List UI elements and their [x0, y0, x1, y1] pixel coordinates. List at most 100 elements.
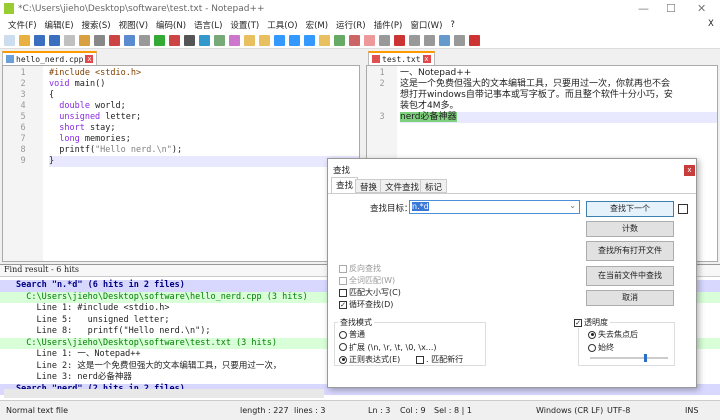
search-mode-radio[interactable]: 扩展 (\n, \r, \t, \0, \x...): [339, 342, 437, 353]
option-label: 全词匹配(W): [349, 275, 395, 286]
menu-item[interactable]: 搜索(S): [82, 19, 111, 31]
menu-item[interactable]: 文件(F): [8, 19, 37, 31]
toolbar-button-icon[interactable]: [169, 35, 180, 46]
text-content: 装包才4M多。: [400, 101, 459, 111]
dot-matches-newline-checkbox[interactable]: . 匹配新行: [416, 354, 463, 365]
toolbar-button-icon[interactable]: [199, 35, 210, 46]
find-next-button[interactable]: 查找下一个: [586, 201, 674, 217]
toolbar-button-icon[interactable]: [334, 35, 345, 46]
toolbar-button-icon[interactable]: [64, 35, 75, 46]
dialog-close-button[interactable]: x: [684, 165, 695, 176]
toolbar-button-icon[interactable]: [94, 35, 105, 46]
code-line: void main(): [49, 79, 359, 90]
toolbar-button-icon[interactable]: [409, 35, 420, 46]
search-mode-radio[interactable]: 普通: [339, 329, 365, 340]
menu-item[interactable]: 编码(N): [156, 19, 186, 31]
toolbar-button-icon[interactable]: [184, 35, 195, 46]
toolbar-button-icon[interactable]: [394, 35, 405, 46]
cancel-button[interactable]: 取消: [586, 290, 674, 306]
toolbar-button-icon[interactable]: [154, 35, 165, 46]
menu-item[interactable]: ?: [450, 20, 455, 30]
toolbar-button-icon[interactable]: [349, 35, 360, 46]
menu-item[interactable]: 编辑(E): [45, 19, 74, 31]
line-number: 1: [367, 68, 397, 79]
toolbar-button-icon[interactable]: [19, 35, 30, 46]
menu-item[interactable]: 视图(V): [119, 19, 148, 31]
app-icon: [4, 3, 14, 14]
line-number-gutter: 123456789: [3, 66, 43, 261]
transparency-slider[interactable]: [590, 357, 668, 359]
option-checkbox[interactable]: 全词匹配(W): [339, 275, 395, 286]
toggle-checkbox[interactable]: [678, 204, 688, 214]
toolbar-button-icon[interactable]: [229, 35, 240, 46]
menu-item[interactable]: 语言(L): [194, 19, 222, 31]
toolbar-button-icon[interactable]: [139, 35, 150, 46]
toolbar-button-icon[interactable]: [109, 35, 120, 46]
toolbar-button-icon[interactable]: [214, 35, 225, 46]
toolbar-button-icon[interactable]: [49, 35, 60, 46]
dialog-tab[interactable]: 文件查找: [380, 179, 424, 193]
toolbar-button-icon[interactable]: [79, 35, 90, 46]
code-token: long: [49, 134, 80, 144]
option-checkbox[interactable]: 反向查找: [339, 263, 381, 274]
toolbar-button-icon[interactable]: [469, 35, 480, 46]
dialog-tab[interactable]: 标记: [420, 179, 447, 193]
menu-item[interactable]: 插件(P): [374, 19, 403, 31]
toolbar-button-icon[interactable]: [124, 35, 135, 46]
mode-label: 正则表达式(E): [349, 354, 400, 365]
horizontal-scrollbar[interactable]: [4, 389, 324, 398]
toolbar-button-icon[interactable]: [319, 35, 330, 46]
toolbar-button-icon[interactable]: [4, 35, 15, 46]
find-in-current-file-button[interactable]: 在当前文件中查找: [586, 266, 674, 286]
toolbar-button-icon[interactable]: [379, 35, 390, 46]
toolbar-button-icon[interactable]: [439, 35, 450, 46]
text-area[interactable]: 一、Notepad++这是一个免费但强大的文本编辑工具，只要用过一次，你就再也不…: [400, 68, 717, 123]
code-area[interactable]: #include <stdio.h>void main(){ double wo…: [49, 68, 359, 167]
menu-item[interactable]: 设置(T): [230, 19, 259, 31]
tab-hello-nerd-cpp[interactable]: hello_nerd.cpp x: [2, 51, 97, 65]
dialog-title: 查找: [333, 164, 350, 176]
toolbar-button-icon[interactable]: [424, 35, 435, 46]
tab-label: test.txt: [382, 55, 421, 64]
toolbar-button-icon[interactable]: [244, 35, 255, 46]
count-button[interactable]: 计数: [586, 221, 674, 237]
close-tab-icon[interactable]: x: [85, 55, 93, 63]
text-content: 这是一个免费但强大的文本编辑工具，只要用过一次，你就再也不会: [400, 79, 670, 89]
close-button[interactable]: ✕: [697, 2, 706, 15]
close-tab-icon[interactable]: x: [423, 55, 431, 63]
menu-item[interactable]: 窗口(W): [410, 19, 442, 31]
tab-test-txt[interactable]: test.txt x: [368, 51, 435, 65]
option-checkbox[interactable]: ✓循环查找(D): [339, 299, 393, 310]
text-line: 想打开windows自带记事本或写字板了。而且整个软件十分小巧，安: [400, 90, 717, 101]
editor-left[interactable]: 123456789 #include <stdio.h>void main(){…: [2, 65, 360, 262]
transparency-checkbox[interactable]: ✓透明度: [574, 317, 610, 328]
toolbar-button-icon[interactable]: [289, 35, 300, 46]
code-token: world;: [90, 101, 126, 111]
window-title: *C:\Users\jieho\Desktop\software\test.tx…: [18, 4, 265, 14]
menu-item[interactable]: 运行(R): [336, 19, 366, 31]
toolbar-button-icon[interactable]: [259, 35, 270, 46]
toolbar-button-icon[interactable]: [34, 35, 45, 46]
toolbar-button-icon[interactable]: [304, 35, 315, 46]
minimize-button[interactable]: —: [638, 2, 649, 15]
menu-close-button[interactable]: X: [708, 19, 714, 29]
maximize-button[interactable]: ☐: [666, 2, 676, 15]
slider-thumb[interactable]: [644, 354, 647, 362]
text-content: 想打开windows自带记事本或写字板了。而且整个软件十分小巧，安: [400, 90, 673, 100]
option-checkbox[interactable]: 匹配大小写(C): [339, 287, 401, 298]
toolbar-button-icon[interactable]: [274, 35, 285, 46]
find-all-open-files-button[interactable]: 查找所有打开文件: [586, 241, 674, 261]
transparency-radio[interactable]: 失去焦点后: [588, 329, 638, 340]
toolbar-button-icon[interactable]: [454, 35, 465, 46]
search-mode-radio[interactable]: 正则表达式(E): [339, 354, 400, 365]
toolbar-button-icon[interactable]: [364, 35, 375, 46]
menu-item[interactable]: 宏(M): [306, 19, 328, 31]
dialog-tab[interactable]: 替换: [355, 179, 382, 193]
search-mode-title: 查找模式: [338, 317, 374, 328]
line-number: 4: [3, 101, 43, 112]
menu-item[interactable]: 工具(O): [267, 19, 297, 31]
dialog-tab[interactable]: 查找: [331, 177, 358, 194]
find-what-input[interactable]: n.*d ⌄: [409, 200, 580, 214]
dropdown-chevron-icon[interactable]: ⌄: [569, 201, 576, 210]
transparency-radio[interactable]: 始终: [588, 342, 614, 353]
